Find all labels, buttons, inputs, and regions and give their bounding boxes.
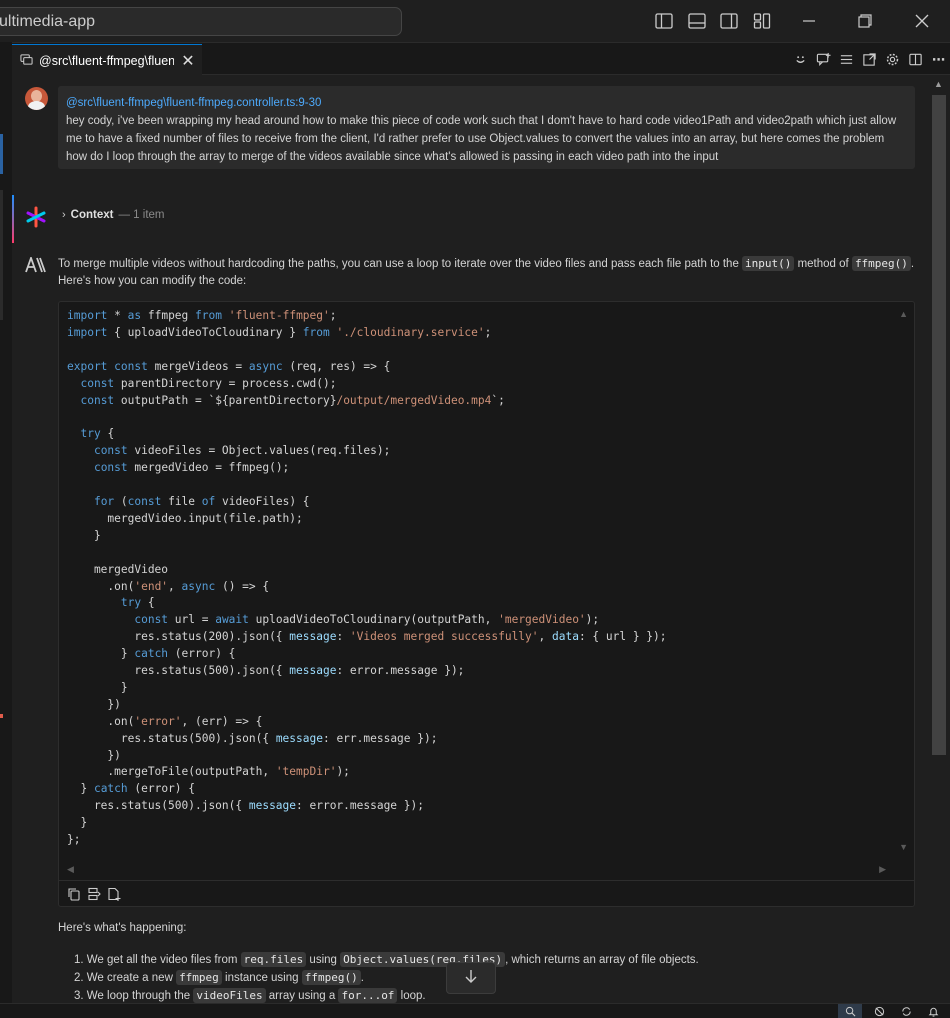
zoom-icon[interactable] bbox=[838, 1004, 862, 1018]
gutter-marker bbox=[0, 190, 3, 320]
split-editor-icon[interactable] bbox=[904, 50, 927, 70]
sync-icon[interactable] bbox=[894, 1004, 918, 1018]
answer-text: method of bbox=[794, 258, 852, 270]
code-scroll-down-icon[interactable]: ▼ bbox=[899, 842, 908, 852]
chevron-right-icon: › bbox=[62, 209, 66, 221]
command-center-search[interactable]: ultimedia-app bbox=[0, 7, 402, 36]
insert-at-cursor-icon[interactable] bbox=[87, 887, 101, 901]
toggle-secondary-sidebar-icon[interactable] bbox=[719, 11, 739, 31]
scrollbar-thumb[interactable] bbox=[932, 95, 946, 755]
history-list-icon[interactable] bbox=[835, 50, 858, 70]
context-count: — 1 item bbox=[118, 209, 165, 221]
editor-tab-bar: @src\fluent-ffmpeg\fluent... ✕ ⋯ bbox=[12, 42, 950, 76]
answer-intro: To merge multiple videos without hardcod… bbox=[58, 255, 918, 273]
chat-tab-icon bbox=[20, 53, 33, 69]
gutter-marker bbox=[0, 134, 3, 174]
activity-gutter bbox=[0, 42, 12, 1018]
context-title: Context bbox=[70, 209, 114, 221]
code-block[interactable]: import * as ffmpeg from 'fluent-ffmpeg';… bbox=[58, 301, 915, 907]
tab-label: @src\fluent-ffmpeg\fluent... bbox=[39, 53, 174, 68]
explanation-steps: 1. We get all the video files from req.f… bbox=[58, 951, 699, 1003]
code-scroll-left-icon[interactable]: ◀ bbox=[67, 864, 74, 875]
user-message-text: hey cody, i've been wrapping my head aro… bbox=[66, 115, 897, 163]
toggle-primary-sidebar-icon[interactable] bbox=[654, 11, 674, 31]
new-chat-icon[interactable] bbox=[812, 50, 835, 70]
answer-intro-line2: Here's how you can modify the code: bbox=[58, 275, 247, 287]
list-item: 3. We loop through the videoFiles array … bbox=[74, 988, 426, 1003]
notifications-bell-icon[interactable] bbox=[921, 1004, 945, 1018]
answer-text: To merge multiple videos without hardcod… bbox=[58, 258, 743, 270]
code-scroll-up-icon[interactable]: ▲ bbox=[899, 309, 908, 319]
copy-icon[interactable] bbox=[67, 887, 81, 901]
code-scroll-right-icon[interactable]: ▶ bbox=[879, 864, 886, 875]
smiley-icon[interactable] bbox=[789, 50, 812, 70]
code-actions bbox=[59, 880, 914, 907]
file-reference-link[interactable]: @src\fluent-ffmpeg\fluent-ffmpeg.control… bbox=[66, 94, 907, 112]
restore-icon[interactable] bbox=[855, 11, 875, 31]
list-item: 1. We get all the video files from req.f… bbox=[74, 952, 699, 967]
more-actions-icon[interactable]: ⋯ bbox=[927, 50, 950, 70]
answer-text: . bbox=[910, 258, 915, 270]
context-toggle[interactable]: › Context — 1 item bbox=[62, 209, 165, 221]
claude-logo-icon bbox=[25, 255, 47, 278]
toggle-panel-icon[interactable] bbox=[687, 11, 707, 31]
tab-close-icon[interactable]: ✕ bbox=[180, 51, 196, 71]
cody-accent-bar bbox=[12, 195, 14, 243]
explanation-heading: Here's what's happening: bbox=[58, 922, 187, 934]
customize-layout-icon[interactable] bbox=[752, 11, 772, 31]
cody-logo-icon bbox=[25, 206, 47, 228]
user-message: @src\fluent-ffmpeg\fluent-ffmpeg.control… bbox=[58, 86, 915, 169]
settings-gear-icon[interactable] bbox=[881, 50, 904, 70]
tab-cody-chat[interactable]: @src\fluent-ffmpeg\fluent... ✕ bbox=[12, 44, 202, 76]
tab-actions: ⋯ bbox=[789, 43, 950, 76]
chat-panel: @src\fluent-ffmpeg\fluent-ffmpeg.control… bbox=[12, 75, 930, 1003]
scroll-to-bottom-button[interactable] bbox=[446, 962, 496, 994]
save-new-file-icon[interactable] bbox=[107, 887, 121, 901]
assistant-answer: To merge multiple videos without hardcod… bbox=[58, 255, 918, 290]
arrow-down-icon bbox=[463, 968, 479, 989]
gutter-marker bbox=[0, 714, 3, 718]
user-avatar bbox=[25, 87, 48, 110]
inline-code: input() bbox=[742, 256, 795, 271]
minimize-icon[interactable] bbox=[799, 11, 819, 31]
code-content: import * as ffmpeg from 'fluent-ffmpeg';… bbox=[67, 309, 667, 847]
title-bar: ultimedia-app bbox=[0, 0, 950, 42]
list-item: 2. We create a new ffmpeg instance using… bbox=[74, 970, 364, 985]
chat-scrollbar[interactable]: ▲ bbox=[930, 75, 950, 1003]
inline-code: ffmpeg() bbox=[851, 256, 911, 271]
copilot-status-icon[interactable] bbox=[867, 1004, 891, 1018]
close-window-icon[interactable] bbox=[912, 11, 932, 31]
open-in-window-icon[interactable] bbox=[858, 50, 881, 70]
status-bar bbox=[0, 1003, 950, 1018]
scroll-up-icon[interactable]: ▲ bbox=[934, 79, 943, 89]
